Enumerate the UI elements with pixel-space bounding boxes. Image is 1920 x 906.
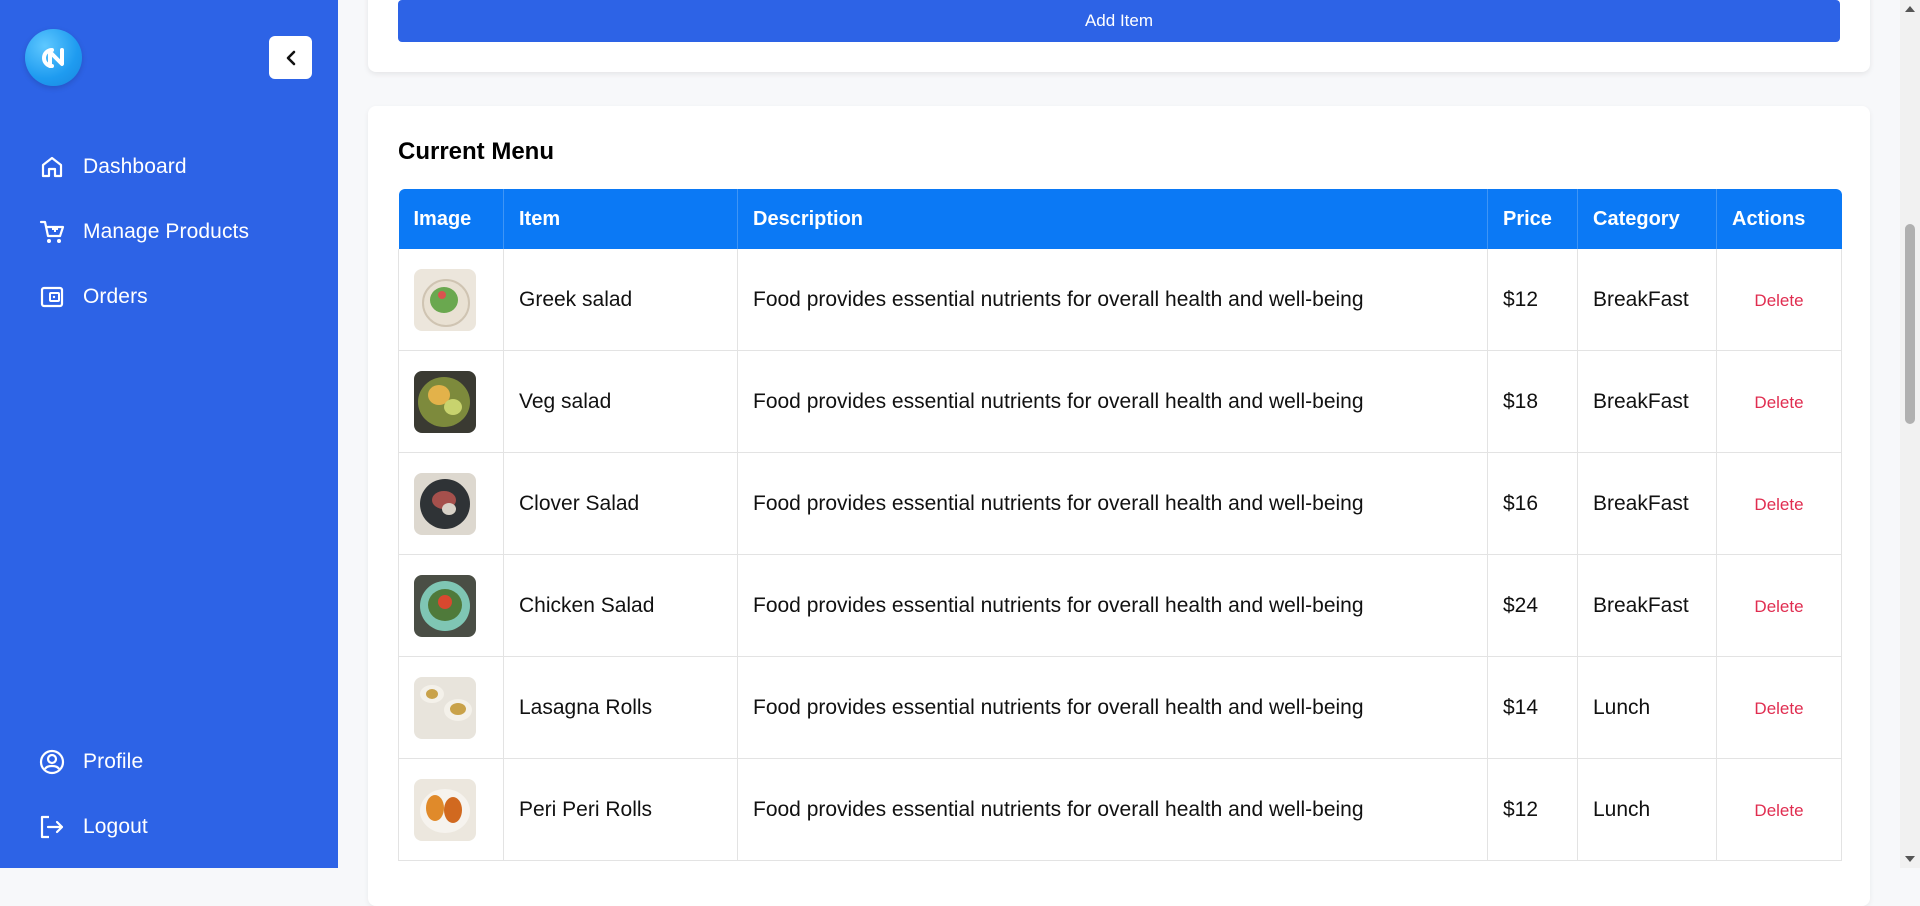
- table-header-row: Image Item Description Price Category Ac…: [398, 189, 1842, 249]
- food-thumbnail: [414, 370, 476, 433]
- scroll-down-arrow-icon[interactable]: [1905, 856, 1915, 862]
- column-header-price: Price: [1487, 189, 1578, 249]
- table-row: Clover Salad Food provides essential nut…: [398, 452, 1842, 555]
- column-header-description: Description: [737, 189, 1488, 249]
- table-row: Greek salad Food provides essential nutr…: [398, 249, 1842, 351]
- item-price: $14: [1487, 656, 1578, 759]
- item-category: BreakFast: [1577, 554, 1717, 657]
- item-description: Food provides essential nutrients for ov…: [737, 656, 1488, 759]
- sidebar-item-label: Dashboard: [83, 155, 187, 178]
- sidebar: Dashboard Manage Products Orders Profile…: [0, 0, 338, 868]
- page-scrollbar[interactable]: [1900, 0, 1920, 868]
- delete-button[interactable]: Delete: [1748, 494, 1809, 516]
- item-description: Food provides essential nutrients for ov…: [737, 249, 1488, 351]
- column-header-item: Item: [503, 189, 738, 249]
- item-name: Veg salad: [503, 350, 738, 453]
- home-icon: [38, 153, 66, 181]
- sidebar-item-label: Profile: [83, 750, 144, 773]
- food-thumbnail: [414, 676, 476, 739]
- sidebar-item-label: Manage Products: [83, 220, 250, 243]
- item-price: $12: [1487, 758, 1578, 861]
- item-description: Food provides essential nutrients for ov…: [737, 554, 1488, 657]
- logo-mark-icon: [42, 48, 64, 68]
- food-thumbnail: [414, 268, 476, 331]
- scroll-up-arrow-icon[interactable]: [1905, 6, 1915, 12]
- sidebar-collapse-button[interactable]: [269, 36, 312, 79]
- current-menu-card: Current Menu Image Item Description Pric…: [368, 106, 1870, 906]
- cart-icon: [38, 218, 66, 246]
- add-item-button[interactable]: Add Item: [398, 0, 1840, 42]
- wallet-icon: [38, 283, 66, 311]
- item-category: BreakFast: [1577, 350, 1717, 453]
- user-circle-icon: [38, 748, 66, 776]
- item-description: Food provides essential nutrients for ov…: [737, 452, 1488, 555]
- chevron-left-icon: [286, 50, 295, 65]
- item-name: Peri Peri Rolls: [503, 758, 738, 861]
- delete-button[interactable]: Delete: [1748, 596, 1809, 618]
- item-category: Lunch: [1577, 656, 1717, 759]
- item-description: Food provides essential nutrients for ov…: [737, 758, 1488, 861]
- item-name: Clover Salad: [503, 452, 738, 555]
- sidebar-item-orders[interactable]: Orders: [38, 279, 148, 315]
- food-thumbnail: [414, 574, 476, 637]
- table-row: Chicken Salad Food provides essential nu…: [398, 554, 1842, 657]
- delete-button[interactable]: Delete: [1748, 392, 1809, 414]
- food-thumbnail: [414, 778, 476, 841]
- column-header-actions: Actions: [1716, 189, 1842, 249]
- sidebar-item-dashboard[interactable]: Dashboard: [38, 149, 187, 185]
- sidebar-item-label: Logout: [83, 815, 148, 838]
- sidebar-item-logout[interactable]: Logout: [38, 809, 148, 845]
- section-title: Current Menu: [398, 138, 554, 165]
- item-category: BreakFast: [1577, 249, 1717, 351]
- item-price: $12: [1487, 249, 1578, 351]
- delete-button[interactable]: Delete: [1748, 290, 1809, 312]
- table-row: Veg salad Food provides essential nutrie…: [398, 350, 1842, 453]
- item-price: $18: [1487, 350, 1578, 453]
- delete-button[interactable]: Delete: [1748, 800, 1809, 822]
- food-thumbnail: [414, 472, 476, 535]
- delete-button[interactable]: Delete: [1748, 698, 1809, 720]
- column-header-image: Image: [398, 189, 504, 249]
- item-price: $16: [1487, 452, 1578, 555]
- item-name: Chicken Salad: [503, 554, 738, 657]
- item-category: Lunch: [1577, 758, 1717, 861]
- table-row: Lasagna Rolls Food provides essential nu…: [398, 656, 1842, 759]
- brand-logo[interactable]: [25, 29, 82, 86]
- table-row: Peri Peri Rolls Food provides essential …: [398, 758, 1842, 861]
- item-name: Greek salad: [503, 249, 738, 351]
- item-description: Food provides essential nutrients for ov…: [737, 350, 1488, 453]
- item-price: $24: [1487, 554, 1578, 657]
- menu-table: Image Item Description Price Category Ac…: [398, 189, 1842, 861]
- item-name: Lasagna Rolls: [503, 656, 738, 759]
- sidebar-item-label: Orders: [83, 285, 148, 308]
- column-header-category: Category: [1577, 189, 1717, 249]
- logout-icon: [38, 813, 66, 841]
- sidebar-item-profile[interactable]: Profile: [38, 744, 143, 780]
- add-item-form-card: Add Item: [368, 0, 1870, 72]
- scrollbar-thumb[interactable]: [1905, 224, 1915, 424]
- item-category: BreakFast: [1577, 452, 1717, 555]
- sidebar-item-manage-products[interactable]: Manage Products: [38, 214, 249, 250]
